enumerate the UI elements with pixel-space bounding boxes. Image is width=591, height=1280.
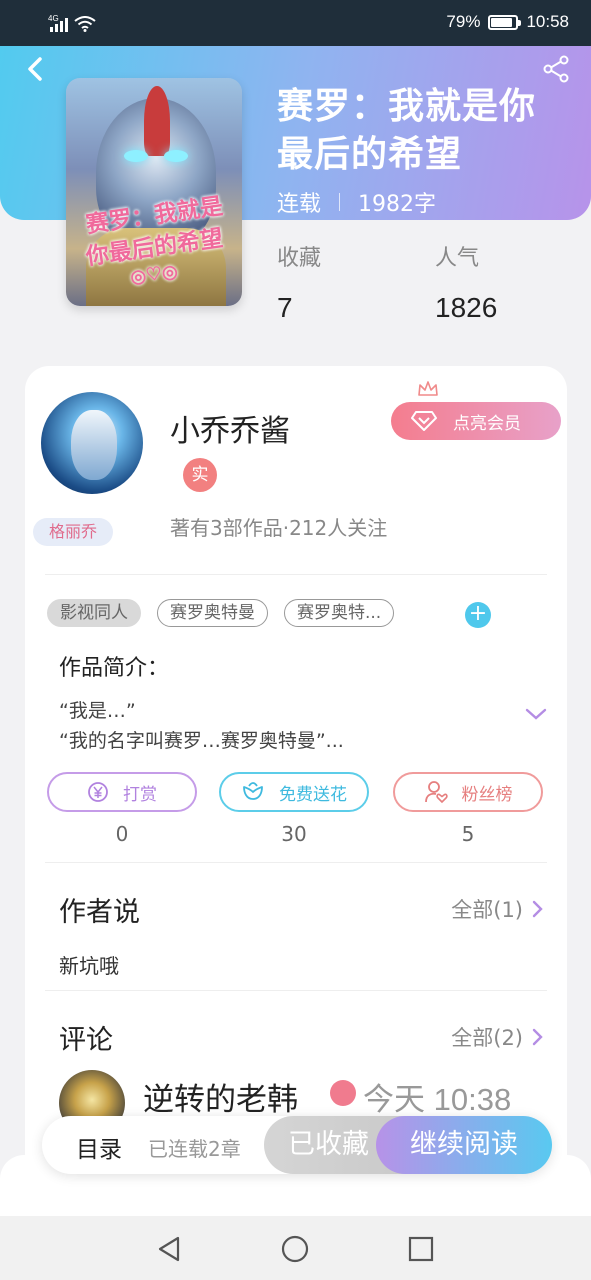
battery-percent: 79%: [446, 12, 481, 31]
divider: [45, 862, 547, 863]
popularity-stat: 人气 1826: [435, 240, 497, 324]
add-tag-button[interactable]: +: [465, 602, 491, 628]
word-count: 1982字: [358, 192, 437, 217]
verified-badge: 实: [183, 458, 217, 492]
commenter-name[interactable]: 逆转的老韩: [143, 1074, 298, 1119]
nav-recents-button[interactable]: [404, 1232, 438, 1266]
popularity-value: 1826: [435, 292, 498, 323]
toc-button[interactable]: 目录: [76, 1130, 122, 1164]
battery-icon: [488, 14, 522, 30]
favorites-value: 7: [277, 292, 293, 323]
status-right: 79% 10:58: [446, 12, 569, 32]
intro-text: “我是…” “我的名字叫赛罗…赛罗奥特曼”...: [59, 696, 344, 756]
intro-label: 作品简介：: [59, 656, 170, 681]
favorites-stat: 收藏 7: [277, 240, 321, 324]
clock: 10:58: [526, 12, 569, 31]
yen-coin-icon: [88, 782, 108, 802]
comments-more-label: 全部(2): [451, 1026, 523, 1050]
chevron-right-icon: [532, 1028, 543, 1046]
divider: [45, 990, 547, 991]
fan-ranking-label: 粉丝榜: [461, 784, 513, 805]
send-flower-button[interactable]: 免费送花: [219, 772, 369, 812]
reward-label: 打赏: [123, 784, 157, 805]
triangle-back-icon: [158, 1236, 180, 1262]
reward-count: 0: [115, 822, 129, 846]
vip-button[interactable]: 点亮会员: [391, 402, 561, 440]
reading-action-bar: 目录 已连载2章 已收藏 继续阅读: [42, 1116, 552, 1174]
user-heart-icon: [424, 781, 448, 804]
book-status: 连载: [277, 192, 322, 217]
book-title: 赛罗：我就是你最后的希望: [277, 85, 537, 174]
tag-chip[interactable]: 影视同人: [47, 599, 141, 627]
divider: [45, 574, 547, 575]
send-flower-label: 免费送花: [279, 784, 347, 805]
square-recents-icon: [408, 1236, 434, 1262]
signal-icon: 4G: [48, 14, 68, 32]
chapter-count: 已连载2章: [148, 1137, 241, 1161]
share-icon: [543, 55, 569, 83]
book-meta: 连载 1982字: [277, 186, 436, 218]
network-type: 4G: [48, 14, 59, 23]
expand-intro-button[interactable]: [525, 706, 547, 725]
diamond-icon: [411, 411, 437, 431]
author-name[interactable]: 小乔乔酱: [170, 406, 290, 450]
author-summary: 著有3部作品·212人关注: [170, 516, 388, 540]
comments-more[interactable]: 全部(2): [451, 1022, 543, 1052]
nav-home-button[interactable]: [278, 1232, 312, 1266]
system-nav-bar: [0, 1216, 591, 1280]
circle-home-icon: [281, 1235, 309, 1263]
intro-line: “我的名字叫赛罗…赛罗奥特曼”...: [59, 730, 344, 752]
action-buttons: 打赏 免费送花 粉丝榜: [47, 772, 547, 812]
status-bar: 4G 79% 10:58: [0, 0, 591, 46]
nav-back-button[interactable]: [152, 1232, 186, 1266]
meta-divider: [339, 193, 341, 211]
back-button[interactable]: [20, 54, 50, 84]
favorites-label: 收藏: [277, 246, 322, 271]
continue-reading-button[interactable]: 继续阅读: [376, 1116, 552, 1174]
author-says-more[interactable]: 全部(1): [451, 894, 543, 924]
chevron-left-icon: [28, 57, 42, 81]
comments-title: 评论: [59, 1025, 113, 1056]
author-says-title: 作者说: [59, 897, 140, 928]
tag-chip[interactable]: 赛罗奥特曼: [157, 599, 268, 627]
crown-icon: [418, 381, 438, 396]
popularity-label: 人气: [435, 246, 480, 271]
author-says-more-label: 全部(1): [451, 898, 523, 922]
reward-button[interactable]: 打赏: [47, 772, 197, 812]
chevron-right-icon: [532, 900, 543, 918]
intro-line: “我是…”: [59, 700, 136, 722]
gem-badge-icon: [330, 1080, 356, 1106]
fan-count: 5: [461, 822, 475, 846]
vip-button-label: 点亮会员: [453, 413, 521, 434]
comment-time: 今天 10:38: [363, 1082, 512, 1117]
flower-icon: [243, 782, 263, 800]
fan-badge: 格丽乔: [33, 518, 114, 546]
book-cover[interactable]: 赛罗：我就是 你最后的希望 ◎♡◎: [66, 78, 242, 306]
wifi-icon: [74, 16, 96, 32]
author-avatar[interactable]: [41, 392, 143, 494]
flower-count: 30: [281, 822, 307, 846]
tag-list: 影视同人 赛罗奥特曼 赛罗奥特...: [47, 599, 395, 627]
share-button[interactable]: [541, 54, 571, 84]
fan-ranking-button[interactable]: 粉丝榜: [393, 772, 543, 812]
tag-chip[interactable]: 赛罗奥特...: [284, 599, 395, 627]
status-left: 4G: [48, 12, 96, 32]
chevron-down-icon: [525, 708, 547, 720]
author-says-content: 新坑哦: [59, 954, 119, 978]
